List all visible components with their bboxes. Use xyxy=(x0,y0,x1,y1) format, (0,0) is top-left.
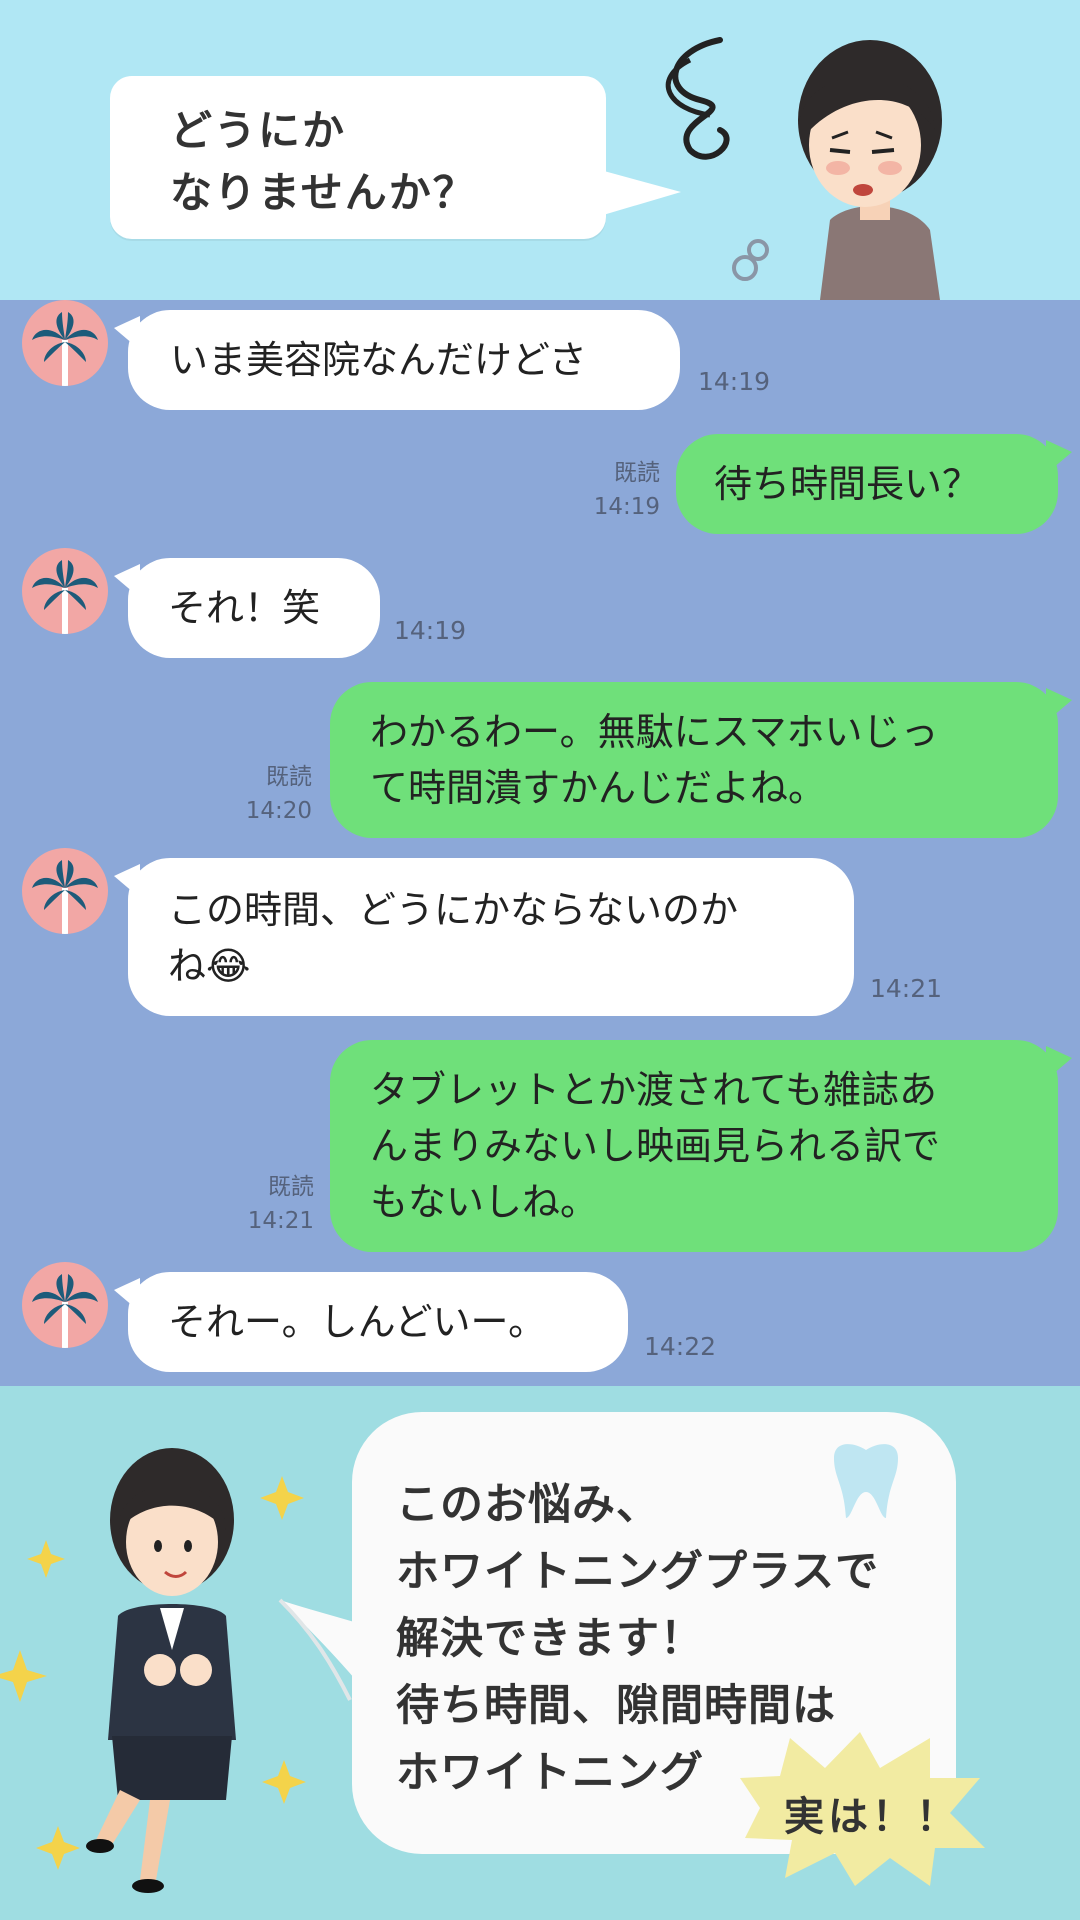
read-receipt: 既読 14:19 xyxy=(580,456,660,524)
message-time: 14:21 xyxy=(870,974,943,1003)
message-line: もないしね。 xyxy=(370,1180,599,1224)
sparkle-icon xyxy=(0,1650,47,1702)
avatar[interactable] xyxy=(22,1262,108,1348)
burst-text: 実は！！ xyxy=(784,1794,960,1840)
sparkle-icon xyxy=(27,1540,65,1578)
bubble-tail xyxy=(114,564,140,598)
top-speech-text: どうにか なりませんか？ xyxy=(170,106,477,217)
message-bubble-received[interactable]: それ！笑 xyxy=(114,558,380,658)
message-time: 14:21 xyxy=(247,1208,314,1234)
bubble-tail xyxy=(1046,1046,1072,1080)
message-line: ね xyxy=(168,944,207,988)
message-time: 14:19 xyxy=(593,494,660,520)
message-text: それ！笑 xyxy=(168,586,321,630)
message-bubble-sent[interactable]: タブレットとか渡されても雑誌あ んまりみないし映画見られる訳で もないしね。 xyxy=(330,1040,1072,1252)
worried-woman-illustration xyxy=(665,37,942,300)
avatar[interactable] xyxy=(22,300,108,386)
message-bubble-received[interactable]: この時間、どうにかならないのか ね😂 xyxy=(114,858,854,1016)
bubble-tail xyxy=(1046,440,1072,474)
read-label: 既読 xyxy=(268,1174,314,1200)
palm-tree-avatar-icon xyxy=(32,560,98,634)
avatar[interactable] xyxy=(22,848,108,934)
top-panel: どうにか なりませんか？ xyxy=(0,0,1080,300)
message-time: 14:22 xyxy=(644,1332,717,1361)
message-line: この時間、どうにかならないのか xyxy=(168,888,739,932)
message-bubble-received[interactable]: それー。しんどいー。 xyxy=(114,1272,628,1372)
message-line: んまりみないし映画見られる訳で xyxy=(370,1124,941,1168)
sparkle-icon xyxy=(260,1476,304,1520)
bubble-tail xyxy=(114,864,140,898)
tooth-icon xyxy=(834,1444,898,1518)
message-text: 待ち時間長い？ xyxy=(714,462,981,506)
palm-tree-avatar-icon xyxy=(32,1274,98,1348)
sparkle-icon xyxy=(262,1760,306,1804)
message-text: いま美容院なんだけどさ xyxy=(170,338,587,382)
message-text: それー。しんどいー。 xyxy=(168,1300,547,1344)
palm-tree-avatar-icon xyxy=(32,860,98,934)
message-bubble-received[interactable]: いま美容院なんだけどさ xyxy=(114,310,680,410)
bubble-tail xyxy=(1046,688,1072,722)
message-time: 14:20 xyxy=(245,798,312,824)
message-bubble-sent[interactable]: 待ち時間長い？ xyxy=(676,434,1072,534)
message-line: て時間潰すかんじだよね。 xyxy=(370,766,827,810)
businesswoman-illustration xyxy=(0,1448,306,1893)
message-time: 14:19 xyxy=(698,367,771,396)
palm-tree-avatar-icon xyxy=(32,312,98,386)
top-speech-bubble: どうにか なりませんか？ xyxy=(110,76,681,239)
message-line: タブレットとか渡されても雑誌あ xyxy=(370,1068,937,1112)
read-receipt: 既読 14:21 xyxy=(226,1170,314,1238)
bubble-tail xyxy=(114,316,140,350)
laughing-emoji-icon: 😂 xyxy=(206,944,251,988)
sparkle-icon xyxy=(36,1826,80,1870)
read-label: 既読 xyxy=(614,460,660,486)
avatar[interactable] xyxy=(22,548,108,634)
message-line: わかるわー。無駄にスマホいじっ xyxy=(370,710,939,754)
read-label: 既読 xyxy=(266,764,312,790)
read-receipt: 既読 14:20 xyxy=(220,760,312,828)
bubble-tail xyxy=(114,1278,140,1312)
message-time: 14:19 xyxy=(394,616,467,645)
message-bubble-sent[interactable]: わかるわー。無駄にスマホいじっ て時間潰すかんじだよね。 xyxy=(330,682,1072,838)
